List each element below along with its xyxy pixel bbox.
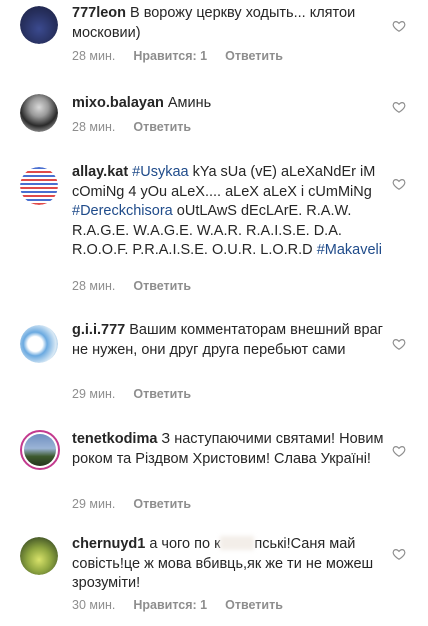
avatar[interactable]	[20, 430, 60, 470]
hashtag-link[interactable]: #Dereckchisora	[72, 203, 173, 219]
comment-username[interactable]: g.i.i.777	[72, 322, 125, 338]
comment-meta: 28 мин. Ответить	[72, 279, 209, 293]
likes-count[interactable]: Нравится: 1	[133, 598, 207, 612]
heart-icon[interactable]	[392, 444, 406, 458]
comment-text: g.i.i.777 Вашим комментаторам внешний вра…	[72, 321, 392, 360]
comment-meta: 28 мин. Нравится: 1 Ответить	[72, 49, 301, 63]
avatar[interactable]	[20, 94, 58, 132]
avatar[interactable]	[20, 537, 58, 575]
reply-button[interactable]: Ответить	[133, 497, 191, 511]
comment-meta: 28 мин. Ответить	[72, 120, 209, 134]
avatar[interactable]	[20, 167, 58, 205]
comment-time: 28 мин.	[72, 120, 116, 134]
heart-icon[interactable]	[392, 19, 406, 33]
comment-text: allay.kat #Usykaa kYa sUa (vE) aLeXaNdEr …	[72, 163, 390, 261]
comment-meta: 30 мин. Нравится: 1 Ответить	[72, 598, 301, 612]
reply-button[interactable]: Ответить	[133, 120, 191, 134]
likes-count[interactable]: Нравится: 1	[133, 49, 207, 63]
comment-time: 28 мин.	[72, 49, 116, 63]
heart-icon[interactable]	[392, 547, 406, 561]
reply-button[interactable]: Ответить	[133, 387, 191, 401]
comment-time: 29 мин.	[72, 497, 116, 511]
comment-username[interactable]: tenetkodima	[72, 431, 157, 447]
heart-icon[interactable]	[392, 177, 406, 191]
hashtag-link[interactable]: #Makaveli	[317, 242, 382, 258]
comment-meta: 29 мин. Ответить	[72, 387, 209, 401]
hashtag-link[interactable]: #Usykaa	[132, 164, 188, 180]
censored-text	[220, 536, 255, 550]
comment-time: 30 мин.	[72, 598, 116, 612]
comment-time: 29 мин.	[72, 387, 116, 401]
comment-username[interactable]: chernuyd1	[72, 536, 145, 552]
reply-button[interactable]: Ответить	[225, 49, 283, 63]
comment-meta: 29 мин. Ответить	[72, 497, 209, 511]
reply-button[interactable]: Ответить	[133, 279, 191, 293]
comment-text: 777leon В ворожу церкву ходыть... клятои …	[72, 4, 382, 43]
reply-button[interactable]: Ответить	[225, 598, 283, 612]
comment-username[interactable]: mixo.balayan	[72, 95, 164, 111]
comment-body: а чого по к	[149, 536, 221, 552]
comment-text: tenetkodima З наступаючими святами! Новим…	[72, 430, 392, 469]
comment-time: 28 мин.	[72, 279, 116, 293]
heart-icon[interactable]	[392, 100, 406, 114]
avatar[interactable]	[20, 325, 58, 363]
comment-username[interactable]: 777leon	[72, 5, 126, 21]
comment-text: chernuyd1 а чого по к пські!Саня май совіс…	[72, 535, 392, 594]
comment-body: Аминь	[167, 95, 212, 111]
heart-icon[interactable]	[392, 337, 406, 351]
comment-text: mixo.balayan Аминь	[72, 94, 382, 114]
avatar[interactable]	[20, 6, 58, 44]
comment-username[interactable]: allay.kat	[72, 164, 128, 180]
